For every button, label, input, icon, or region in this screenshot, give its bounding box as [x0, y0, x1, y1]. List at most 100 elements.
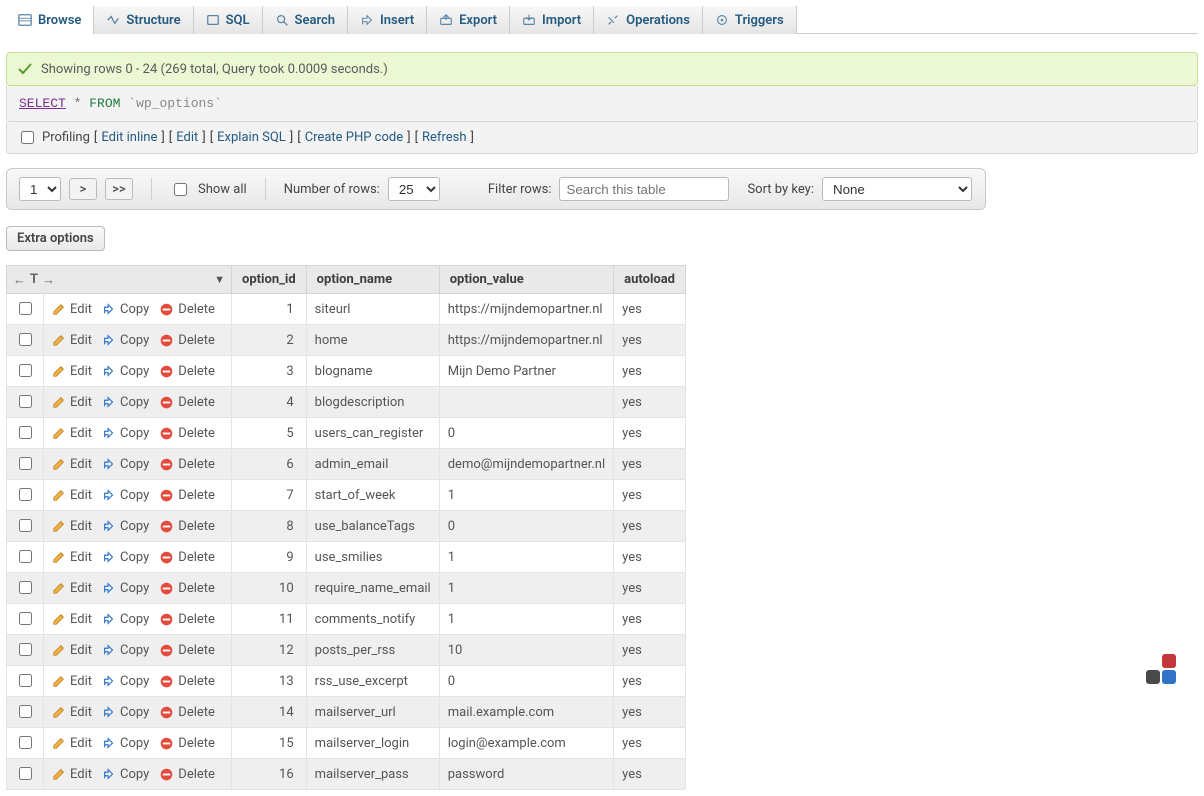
row-edit-link[interactable]: Edit [52, 612, 92, 627]
row-delete-link[interactable]: Delete [159, 519, 215, 534]
row-delete-link[interactable]: Delete [159, 333, 215, 348]
row-delete-link[interactable]: Delete [159, 643, 215, 658]
sort-by-key-select[interactable]: None [822, 177, 972, 201]
row-copy-link[interactable]: Copy [102, 612, 149, 627]
row-delete-link[interactable]: Delete [159, 581, 215, 596]
row-copy-link[interactable]: Copy [102, 643, 149, 658]
row-checkbox[interactable] [19, 457, 32, 470]
row-copy-link[interactable]: Copy [102, 302, 149, 317]
row-checkbox[interactable] [19, 674, 32, 687]
row-copy-link[interactable]: Copy [102, 426, 149, 441]
row-delete-link[interactable]: Delete [159, 705, 215, 720]
row-copy-link[interactable]: Copy [102, 767, 149, 782]
next-page-button[interactable]: > [69, 178, 97, 200]
row-copy-link[interactable]: Copy [102, 581, 149, 596]
row-delete-link[interactable]: Delete [159, 364, 215, 379]
page-select[interactable]: 1 [19, 177, 61, 201]
explain-sql-link[interactable]: Explain SQL [217, 130, 286, 145]
row-delete-link[interactable]: Delete [159, 736, 215, 751]
row-delete-link[interactable]: Delete [159, 550, 215, 565]
row-checkbox[interactable] [19, 581, 32, 594]
col-autoload[interactable]: autoload [614, 266, 686, 294]
edit-inline-link[interactable]: Edit inline [101, 130, 157, 145]
row-edit-link[interactable]: Edit [52, 767, 92, 782]
row-edit-link[interactable]: Edit [52, 457, 92, 472]
filter-rows-input[interactable] [559, 177, 729, 201]
row-checkbox[interactable] [19, 519, 32, 532]
row-edit-link[interactable]: Edit [52, 395, 92, 410]
row-delete-link[interactable]: Delete [159, 674, 215, 689]
fulltext-toggle-header[interactable]: ←T→ ▼ [7, 266, 232, 294]
row-edit-link[interactable]: Edit [52, 736, 92, 751]
row-edit-link[interactable]: Edit [52, 674, 92, 689]
row-edit-link[interactable]: Edit [52, 519, 92, 534]
show-all-checkbox[interactable] [174, 183, 187, 196]
row-checkbox[interactable] [19, 302, 32, 315]
last-page-button[interactable]: >> [105, 178, 133, 200]
row-edit-link[interactable]: Edit [52, 364, 92, 379]
row-checkbox[interactable] [19, 643, 32, 656]
col-option-value[interactable]: option_value [439, 266, 613, 294]
row-edit-link[interactable]: Edit [52, 581, 92, 596]
row-checkbox[interactable] [19, 767, 32, 780]
tab-structure[interactable]: Structure [94, 6, 193, 34]
tab-search[interactable]: Search [263, 6, 349, 34]
row-checkbox[interactable] [19, 395, 32, 408]
row-edit-link[interactable]: Edit [52, 302, 92, 317]
row-delete-link[interactable]: Delete [159, 488, 215, 503]
table-row: Edit Copy Delete2homehttps://mijndemopar… [7, 325, 686, 356]
row-edit-link[interactable]: Edit [52, 705, 92, 720]
row-delete-link[interactable]: Delete [159, 302, 215, 317]
row-copy-link[interactable]: Copy [102, 705, 149, 720]
row-copy-link[interactable]: Copy [102, 550, 149, 565]
row-checkbox[interactable] [19, 426, 32, 439]
num-rows-select[interactable]: 25 [388, 177, 440, 201]
row-copy-link[interactable]: Copy [102, 519, 149, 534]
row-edit-link[interactable]: Edit [52, 488, 92, 503]
tab-export[interactable]: Export [427, 6, 510, 34]
cell-autoload: yes [614, 604, 686, 635]
row-checkbox[interactable] [19, 333, 32, 346]
tab-import[interactable]: Import [510, 6, 594, 34]
copy-icon [102, 705, 116, 719]
row-checkbox[interactable] [19, 364, 32, 377]
row-copy-link[interactable]: Copy [102, 333, 149, 348]
row-checkbox[interactable] [19, 612, 32, 625]
row-copy-link[interactable]: Copy [102, 364, 149, 379]
edit-link[interactable]: Edit [176, 130, 198, 145]
tab-triggers[interactable]: Triggers [703, 6, 797, 34]
extra-options-button[interactable]: Extra options [6, 226, 105, 251]
row-checkbox[interactable] [19, 705, 32, 718]
tab-operations[interactable]: Operations [594, 6, 703, 34]
pagination-group: 1 > >> [19, 177, 133, 201]
tab-browse[interactable]: Browse [6, 6, 94, 34]
row-edit-link[interactable]: Edit [52, 333, 92, 348]
row-delete-link[interactable]: Delete [159, 612, 215, 627]
row-checkbox[interactable] [19, 736, 32, 749]
success-text: Showing rows 0 - 24 (269 total, Query to… [41, 62, 388, 77]
refresh-link[interactable]: Refresh [422, 130, 466, 145]
cell-option-name: use_balanceTags [306, 511, 439, 542]
row-delete-link[interactable]: Delete [159, 426, 215, 441]
row-copy-link[interactable]: Copy [102, 488, 149, 503]
row-edit-link[interactable]: Edit [52, 550, 92, 565]
create-php-link[interactable]: Create PHP code [305, 130, 403, 145]
row-copy-link[interactable]: Copy [102, 457, 149, 472]
cell-option-id: 1 [232, 294, 307, 325]
row-checkbox[interactable] [19, 550, 32, 563]
row-edit-link[interactable]: Edit [52, 643, 92, 658]
row-copy-link[interactable]: Copy [102, 395, 149, 410]
tab-sql[interactable]: SQL [194, 6, 263, 34]
col-option-id[interactable]: option_id [232, 266, 307, 294]
row-copy-link[interactable]: Copy [102, 736, 149, 751]
row-copy-link[interactable]: Copy [102, 674, 149, 689]
col-option-name[interactable]: option_name [306, 266, 439, 294]
row-delete-link[interactable]: Delete [159, 395, 215, 410]
profiling-checkbox[interactable] [21, 131, 34, 144]
row-delete-link[interactable]: Delete [159, 457, 215, 472]
row-checkbox[interactable] [19, 488, 32, 501]
row-edit-link[interactable]: Edit [52, 426, 92, 441]
row-delete-link[interactable]: Delete [159, 767, 215, 782]
cell-autoload: yes [614, 387, 686, 418]
tab-insert[interactable]: Insert [348, 6, 427, 34]
